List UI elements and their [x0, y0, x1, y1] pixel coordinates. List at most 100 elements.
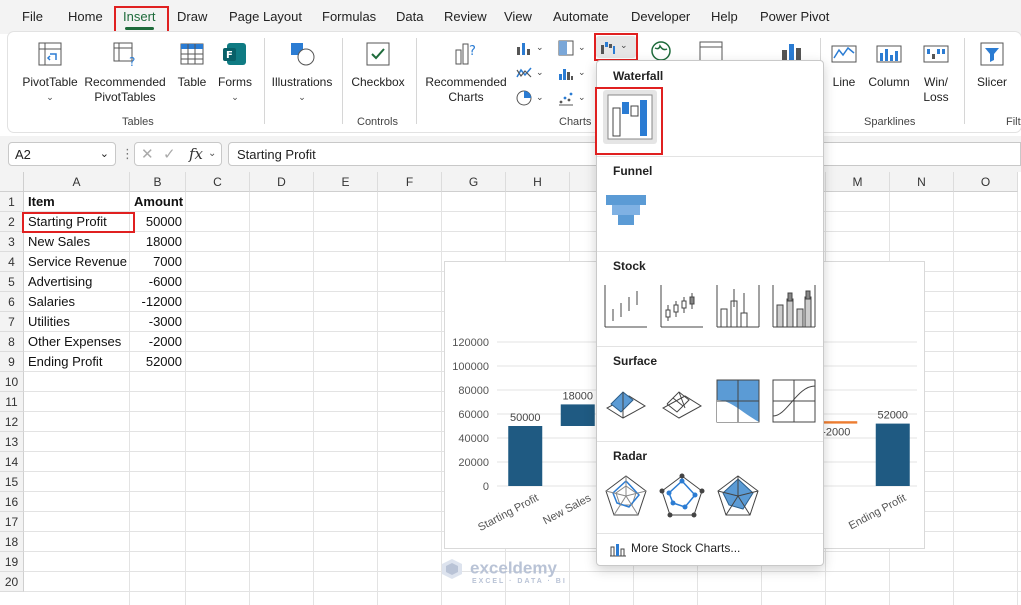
- forms-button[interactable]: F Forms ⌄: [214, 40, 256, 105]
- tab-power-pivot[interactable]: Power Pivot: [754, 0, 835, 34]
- surface-3d-option[interactable]: [603, 378, 649, 424]
- amount-cell[interactable]: -2000: [130, 332, 186, 352]
- column-header-n[interactable]: N: [890, 172, 954, 192]
- column-header-c[interactable]: C: [186, 172, 250, 192]
- column-header-e[interactable]: E: [314, 172, 378, 192]
- waterfall-chart-option[interactable]: [603, 90, 657, 144]
- row-header-9[interactable]: 9: [0, 352, 24, 372]
- row-header-16[interactable]: 16: [0, 492, 24, 512]
- item-cell[interactable]: Salaries: [24, 292, 130, 312]
- row-header-17[interactable]: 17: [0, 512, 24, 532]
- column-header-d[interactable]: D: [250, 172, 314, 192]
- more-stock-charts-link[interactable]: More Stock Charts...: [609, 541, 740, 557]
- surface-contour-option[interactable]: [715, 378, 761, 424]
- sparkline-winloss-button[interactable]: Win/ Loss: [916, 40, 956, 105]
- scatter-chart-icon[interactable]: [558, 90, 574, 106]
- header-cell-amount[interactable]: Amount: [130, 192, 186, 212]
- amount-cell[interactable]: -6000: [130, 272, 186, 292]
- pivot-table-button[interactable]: PivotTable ⌄: [16, 40, 84, 105]
- tab-formulas[interactable]: Formulas: [316, 0, 382, 34]
- sparkline-line-button[interactable]: Line: [826, 40, 862, 90]
- row-header-20[interactable]: 20: [0, 572, 24, 592]
- row-header-7[interactable]: 7: [0, 312, 24, 332]
- cancel-icon[interactable]: ✕: [141, 145, 154, 163]
- item-cell[interactable]: New Sales: [24, 232, 130, 252]
- select-all-corner[interactable]: [0, 172, 24, 192]
- row-header-10[interactable]: 10: [0, 372, 24, 392]
- tab-draw[interactable]: Draw: [171, 0, 213, 34]
- chevron-down-icon[interactable]: ⌄: [536, 67, 544, 78]
- tab-home[interactable]: Home: [62, 0, 109, 34]
- row-header-2[interactable]: 2: [0, 212, 24, 232]
- tab-view[interactable]: View: [498, 0, 538, 34]
- stock-ohlc-option[interactable]: [659, 283, 705, 329]
- column-header-a[interactable]: A: [24, 172, 130, 192]
- tab-developer[interactable]: Developer: [625, 0, 696, 34]
- row-header-6[interactable]: 6: [0, 292, 24, 312]
- column-header-h[interactable]: H: [506, 172, 570, 192]
- row-header-8[interactable]: 8: [0, 332, 24, 352]
- table-button[interactable]: Table: [172, 40, 212, 90]
- line-chart-icon[interactable]: [516, 65, 532, 81]
- chevron-down-icon[interactable]: ⌄: [578, 92, 586, 103]
- chevron-down-icon[interactable]: ⌄: [578, 67, 586, 78]
- row-header-13[interactable]: 13: [0, 432, 24, 452]
- column-header-f[interactable]: F: [378, 172, 442, 192]
- chevron-down-icon[interactable]: ⌄: [208, 148, 216, 159]
- waterfall-chart-button[interactable]: ⌄: [596, 36, 636, 58]
- item-cell[interactable]: Other Expenses: [24, 332, 130, 352]
- checkbox-button[interactable]: Checkbox: [348, 40, 408, 90]
- row-header-14[interactable]: 14: [0, 452, 24, 472]
- row-header-19[interactable]: 19: [0, 552, 24, 572]
- statistic-chart-icon[interactable]: [558, 65, 574, 81]
- tab-file[interactable]: File: [16, 0, 49, 34]
- recommended-charts-button[interactable]: ? Recommended Charts: [422, 40, 510, 105]
- item-cell[interactable]: Ending Profit: [24, 352, 130, 372]
- enter-icon[interactable]: ✓: [163, 145, 176, 163]
- header-cell-item[interactable]: Item: [24, 192, 130, 212]
- amount-cell[interactable]: 52000: [130, 352, 186, 372]
- stock-vohlc-option[interactable]: [771, 283, 817, 329]
- surface-wireframe-3d-option[interactable]: [659, 378, 705, 424]
- sparkline-column-button[interactable]: Column: [866, 40, 912, 90]
- item-cell[interactable]: Utilities: [24, 312, 130, 332]
- radar-filled-option[interactable]: [715, 473, 761, 519]
- amount-cell[interactable]: 7000: [130, 252, 186, 272]
- tab-review[interactable]: Review: [438, 0, 493, 34]
- maps-icon[interactable]: [650, 40, 672, 62]
- row-header-11[interactable]: 11: [0, 392, 24, 412]
- stock-vhlc-option[interactable]: [715, 283, 761, 329]
- tab-insert[interactable]: Insert: [117, 0, 162, 34]
- tab-data[interactable]: Data: [390, 0, 429, 34]
- row-header-3[interactable]: 3: [0, 232, 24, 252]
- recommended-pivottables-button[interactable]: ? Recommended PivotTables: [82, 40, 168, 105]
- row-header-5[interactable]: 5: [0, 272, 24, 292]
- item-cell[interactable]: Starting Profit: [24, 212, 130, 232]
- amount-cell[interactable]: 18000: [130, 232, 186, 252]
- pie-chart-icon[interactable]: [516, 90, 532, 106]
- row-header-12[interactable]: 12: [0, 412, 24, 432]
- tab-automate[interactable]: Automate: [547, 0, 615, 34]
- chevron-down-icon[interactable]: ⌄: [536, 92, 544, 103]
- tab-page-layout[interactable]: Page Layout: [223, 0, 308, 34]
- column-header-b[interactable]: B: [130, 172, 186, 192]
- funnel-chart-option[interactable]: [603, 189, 649, 235]
- column-header-o[interactable]: O: [954, 172, 1018, 192]
- row-header-1[interactable]: 1: [0, 192, 24, 212]
- amount-cell[interactable]: -12000: [130, 292, 186, 312]
- chevron-down-icon[interactable]: ⌄: [536, 42, 544, 53]
- row-header-18[interactable]: 18: [0, 532, 24, 552]
- stock-hlc-option[interactable]: [603, 283, 649, 329]
- radar-option[interactable]: [603, 473, 649, 519]
- item-cell[interactable]: Service Revenue: [24, 252, 130, 272]
- hierarchy-chart-icon[interactable]: [558, 40, 574, 56]
- column-header-m[interactable]: M: [826, 172, 890, 192]
- column-header-g[interactable]: G: [442, 172, 506, 192]
- insert-function-icon[interactable]: fx: [189, 145, 203, 163]
- amount-cell[interactable]: 50000: [130, 212, 186, 232]
- slicer-button[interactable]: Slicer: [972, 40, 1012, 90]
- radar-markers-option[interactable]: [659, 473, 705, 519]
- column-chart-icon[interactable]: [516, 40, 532, 56]
- row-header-15[interactable]: 15: [0, 472, 24, 492]
- tab-help[interactable]: Help: [705, 0, 744, 34]
